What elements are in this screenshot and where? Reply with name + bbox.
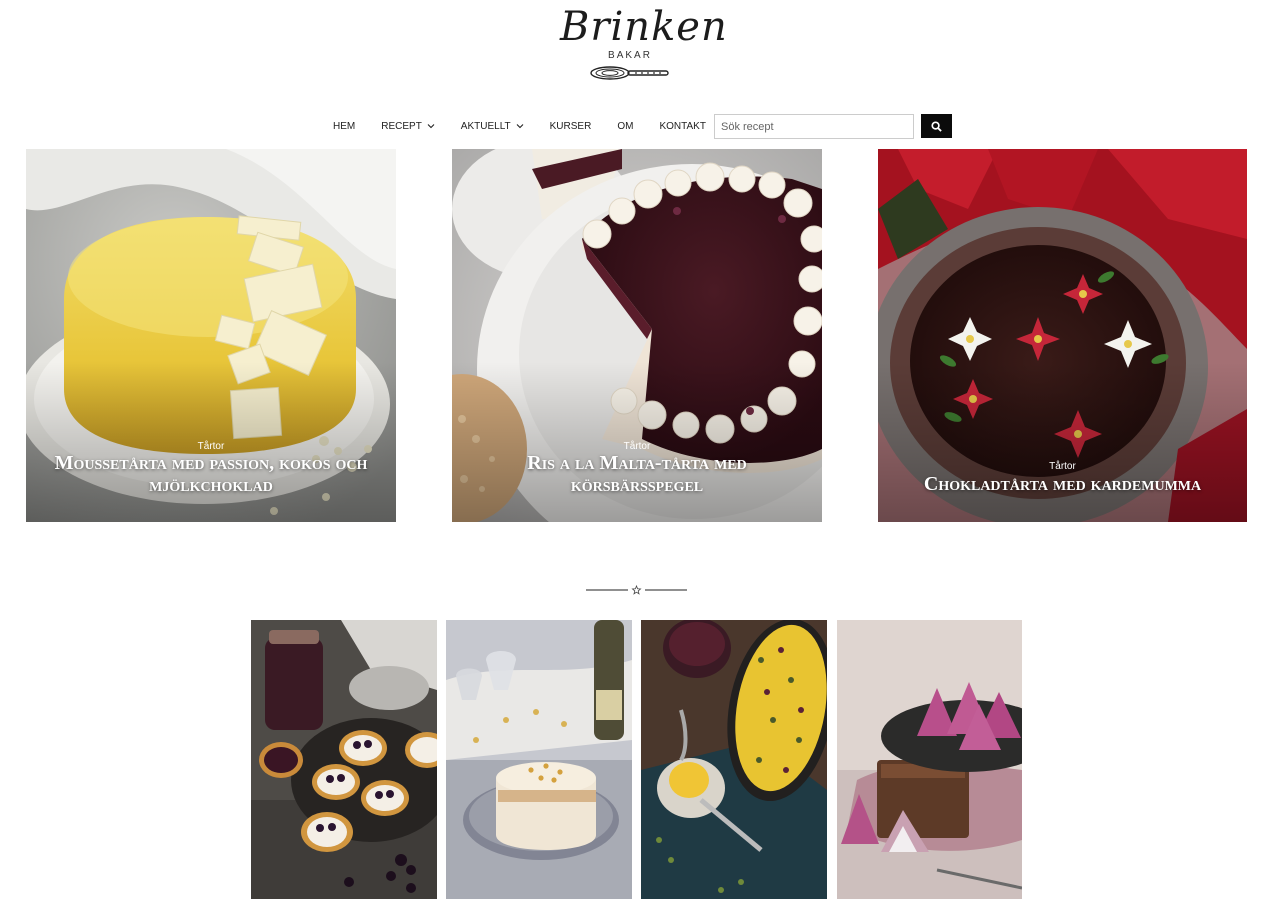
recipe-tile[interactable] [641,620,827,899]
nav-item-label: Hem [333,120,356,132]
featured-title[interactable]: Ris a la Malta-tårta med körsbärsspegel [472,452,802,496]
nav-item-kontakt[interactable]: Kontakt [659,121,705,132]
featured-category: Tårtor [197,441,225,452]
logo-script-text: Brinken [560,4,728,50]
nav-item-label: Om [617,120,634,132]
featured-category: Tårtor [1049,461,1076,472]
mousse-cake-slice-photo [446,620,632,899]
nav-item-kurser[interactable]: Kurser [550,121,592,132]
site-logo[interactable]: Brinken BAKAR [560,4,728,96]
nav-item-label: Kurser [549,120,592,132]
search-icon [931,120,942,132]
chevron-down-icon [516,124,524,129]
search-button[interactable] [921,114,952,138]
nav-item-recept[interactable]: Recept [381,121,435,132]
main-nav: Hem Recept Aktuellt Kurser Om Kontakt [320,112,719,140]
pink-meringues-photo [837,620,1022,899]
whisk-icon [590,66,669,80]
section-divider [586,584,687,595]
nav-item-label: Kontakt [659,120,706,132]
saffron-ice-cream-photo [641,620,827,899]
featured-title[interactable]: Chokladtårta med kardemumma [898,473,1227,495]
chevron-down-icon [427,124,435,129]
nav-item-hem[interactable]: Hem [333,121,355,132]
recipe-tile[interactable] [446,620,632,899]
nav-item-label: Recept [381,120,422,132]
featured-category: Tårtor [623,441,651,452]
image-overlay [878,362,1247,522]
featured-recipe-card[interactable]: Tårtor Chokladtårta med kardemumma [878,149,1247,522]
star-icon [631,584,642,595]
nav-item-om[interactable]: Om [617,121,633,132]
recipe-tile[interactable] [837,620,1022,899]
featured-recipe-card[interactable]: Tårtor Moussetårta med passion, kokos oc… [26,149,396,522]
search-input[interactable] [714,114,914,139]
nav-item-label: Aktuellt [460,120,511,132]
featured-recipe-card[interactable]: Tårtor Ris a la Malta-tårta med körsbärs… [452,149,822,522]
blueberry-tartlets-photo [251,620,437,899]
nav-item-aktuellt[interactable]: Aktuellt [461,121,524,132]
logo-sub-text: BAKAR [608,50,652,61]
recipe-tile[interactable] [251,620,437,899]
featured-title[interactable]: Moussetårta med passion, kokos och mjölk… [46,452,376,496]
